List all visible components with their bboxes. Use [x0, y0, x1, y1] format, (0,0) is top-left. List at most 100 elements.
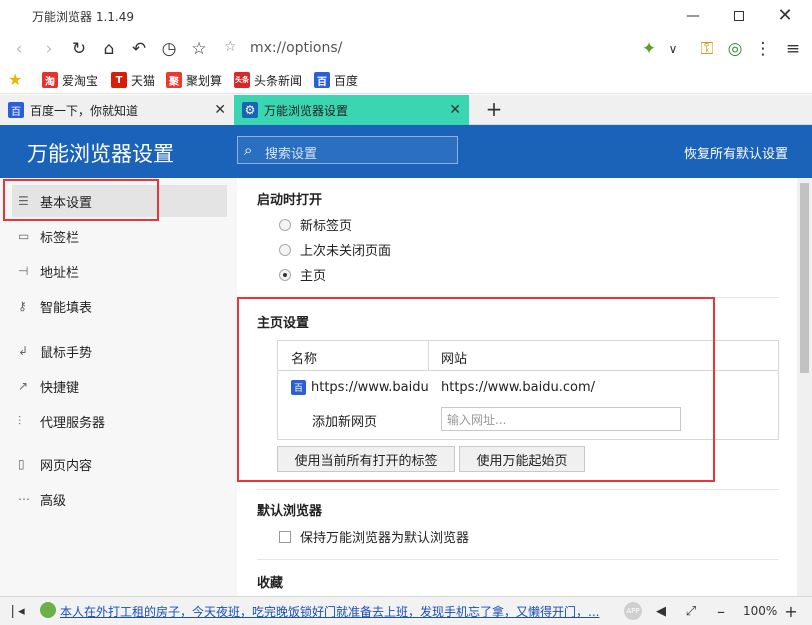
main-menu-icon[interactable]: ≡	[780, 36, 806, 62]
sidebar-item-label: 地址栏	[40, 265, 80, 281]
sidebar-item-autofill[interactable]: ⚷ 智能填表	[12, 290, 227, 322]
radio-label: 新标签页	[300, 219, 353, 234]
sidebar-item-label: 快捷键	[40, 380, 80, 396]
search-settings-input[interactable]: ⌕ 搜索设置	[237, 136, 458, 164]
radio-homepage[interactable]	[279, 268, 291, 281]
sidebar-item-addressbar[interactable]: ⊣ 地址栏	[12, 255, 227, 287]
juhuasuan-icon: 聚	[166, 72, 182, 88]
restore-defaults-link[interactable]: 恢复所有默认设置	[684, 143, 788, 162]
vertical-scrollbar[interactable]	[797, 178, 812, 596]
sidebar-item-label: 网页内容	[40, 458, 93, 474]
toutiao-icon: 头条	[234, 72, 250, 88]
news-ticker-link[interactable]: 本人在外打工租的房子，今天夜班，吃完晚饭锁好门就准备去上班，发现手机忘了拿，又懒…	[60, 603, 599, 620]
tabbar-icon: ▭	[18, 229, 30, 243]
aitaobao-icon: 淘	[42, 72, 58, 88]
undo-close-icon[interactable]: ↶	[126, 36, 152, 62]
more-menu-icon[interactable]: ⋮	[750, 36, 776, 62]
new-tab-icon[interactable]: +	[482, 97, 506, 121]
key-icon: ⚷	[18, 299, 27, 313]
settings-gear-icon: ⚙	[242, 102, 258, 118]
sidebar-item-proxy[interactable]: ⫶ 代理服务器	[12, 405, 227, 437]
page-title: 万能浏览器设置	[27, 142, 174, 166]
highlight-basic-settings	[3, 179, 159, 221]
history-icon[interactable]: ◷	[156, 36, 182, 62]
address-bar[interactable]: ☆ mx://options/	[218, 34, 638, 62]
key-icon[interactable]: ⚿	[694, 36, 720, 62]
gesture-icon: ↲	[18, 344, 29, 358]
startup-option-homepage[interactable]: 主页	[279, 265, 326, 284]
sidebar-item-advanced[interactable]: ⋯ 高级	[12, 483, 227, 515]
dropdown-icon[interactable]: ∨	[660, 36, 686, 62]
sidebar-item-label: 标签栏	[40, 230, 80, 246]
user-icon[interactable]: ◎	[722, 36, 748, 62]
default-browser-section-title: 默认浏览器	[257, 504, 323, 519]
maximize-button[interactable]	[716, 0, 762, 31]
bookmark-juhuasuan[interactable]: 聚 聚划算	[166, 71, 222, 89]
baidu-icon: 百	[314, 72, 330, 88]
scrollbar-thumb[interactable]	[800, 183, 809, 373]
bookmarks-bar: ★ 淘 爱淘宝 T 天猫 聚 聚划算 头条 头条新闻 百 百度	[0, 66, 812, 94]
search-placeholder: 搜索设置	[265, 147, 318, 162]
volume-icon[interactable]: ◀	[651, 601, 671, 621]
title-bar: 万能浏览器 1.1.49 — ✕	[0, 0, 812, 31]
bookmark-aitaobao[interactable]: 淘 爱淘宝	[42, 71, 98, 89]
radio-label: 主页	[300, 269, 327, 284]
sidebar-item-label: 鼠标手势	[40, 345, 93, 361]
radio-last-session[interactable]	[279, 243, 291, 256]
forward-icon[interactable]: ›	[36, 36, 62, 62]
bookmark-star-icon[interactable]: ☆	[224, 39, 237, 55]
bookmark-tmall[interactable]: T 天猫	[111, 71, 155, 89]
default-browser-checkbox[interactable]	[279, 530, 291, 543]
addressbar-icon: ⊣	[18, 264, 29, 278]
divider	[257, 489, 779, 490]
proxy-icon: ⫶	[18, 413, 22, 428]
startup-option-new-tab[interactable]: 新标签页	[279, 215, 352, 234]
tab-label: 百度一下，你就知道	[30, 103, 139, 118]
sidebar-toggle-icon[interactable]: ❘◂	[6, 601, 26, 621]
fullscreen-icon[interactable]: ⤢	[681, 601, 701, 621]
highlight-homepage-settings	[237, 297, 715, 482]
refresh-icon[interactable]: ↻	[66, 36, 92, 62]
navigation-bar: ‹ › ↻ ⌂ ↶ ◷ ☆ ☆ mx://options/ ✦ ∨ ⚿ ◎ ⋮ …	[0, 31, 812, 66]
home-icon[interactable]: ⌂	[96, 36, 122, 62]
tab-bar: 百 百度一下，你就知道 ✕ ⚙ 万能浏览器设置 ✕ +	[0, 95, 812, 125]
back-icon[interactable]: ‹	[6, 36, 32, 62]
startup-option-last-session[interactable]: 上次未关闭页面	[279, 240, 391, 259]
sidebar-item-tabbar[interactable]: ▭ 标签栏	[12, 220, 227, 252]
sidebar-item-label: 代理服务器	[40, 415, 106, 431]
startup-section-title: 启动时打开	[257, 193, 323, 208]
plugin-icon[interactable]: ✦	[636, 36, 662, 62]
favorites-icon[interactable]: ★	[8, 70, 22, 89]
status-bar: ❘◂ 本人在外打工租的房子，今天夜班，吃完晚饭锁好门就准备去上班，发现手机忘了拿…	[0, 596, 812, 625]
sidebar-item-shortcuts[interactable]: ↗ 快捷键	[12, 370, 227, 402]
baidu-paw-icon: 百	[8, 102, 24, 118]
tab-settings[interactable]: ⚙ 万能浏览器设置 ✕	[234, 95, 469, 125]
zoom-in-icon[interactable]: +	[781, 601, 801, 621]
zoom-out-icon[interactable]: –	[711, 601, 731, 621]
sidebar-item-label: 高级	[40, 493, 67, 509]
bookmark-baidu[interactable]: 百 百度	[314, 71, 358, 89]
favorites-star-icon[interactable]: ☆	[186, 36, 212, 62]
radio-label: 上次未关闭页面	[300, 244, 392, 259]
minimize-button[interactable]: —	[670, 0, 716, 31]
close-tab-icon[interactable]: ✕	[214, 102, 226, 118]
app-icon[interactable]: APP	[624, 602, 642, 620]
bookmark-label: 头条新闻	[254, 73, 303, 88]
window-title: 万能浏览器 1.1.49	[32, 10, 134, 24]
close-window-button[interactable]: ✕	[762, 0, 808, 31]
more-icon: ⋯	[18, 492, 30, 506]
tab-label: 万能浏览器设置	[264, 103, 349, 118]
address-input[interactable]: mx://options/	[250, 40, 342, 56]
sidebar-item-mouse-gestures[interactable]: ↲ 鼠标手势	[12, 335, 227, 367]
settings-sidebar: ☰ 基本设置 ▭ 标签栏 ⊣ 地址栏 ⚷ 智能填表 ↲ 鼠标手势 ↗ 快捷键 ⫶…	[0, 178, 237, 596]
tab-baidu[interactable]: 百 百度一下，你就知道 ✕	[0, 95, 234, 125]
bookmark-label: 百度	[334, 73, 359, 88]
bookmark-toutiao[interactable]: 头条 头条新闻	[234, 71, 302, 89]
zoom-level[interactable]: 100%	[743, 604, 777, 618]
sidebar-item-web-content[interactable]: ▯ 网页内容	[12, 448, 227, 480]
default-browser-option[interactable]: 保持万能浏览器为默认浏览器	[279, 527, 469, 546]
app-logo-icon	[8, 7, 24, 23]
radio-new-tab[interactable]	[279, 218, 291, 231]
close-tab-icon[interactable]: ✕	[449, 102, 461, 118]
settings-header: 万能浏览器设置 ⌕ 搜索设置 恢复所有默认设置	[0, 125, 812, 178]
